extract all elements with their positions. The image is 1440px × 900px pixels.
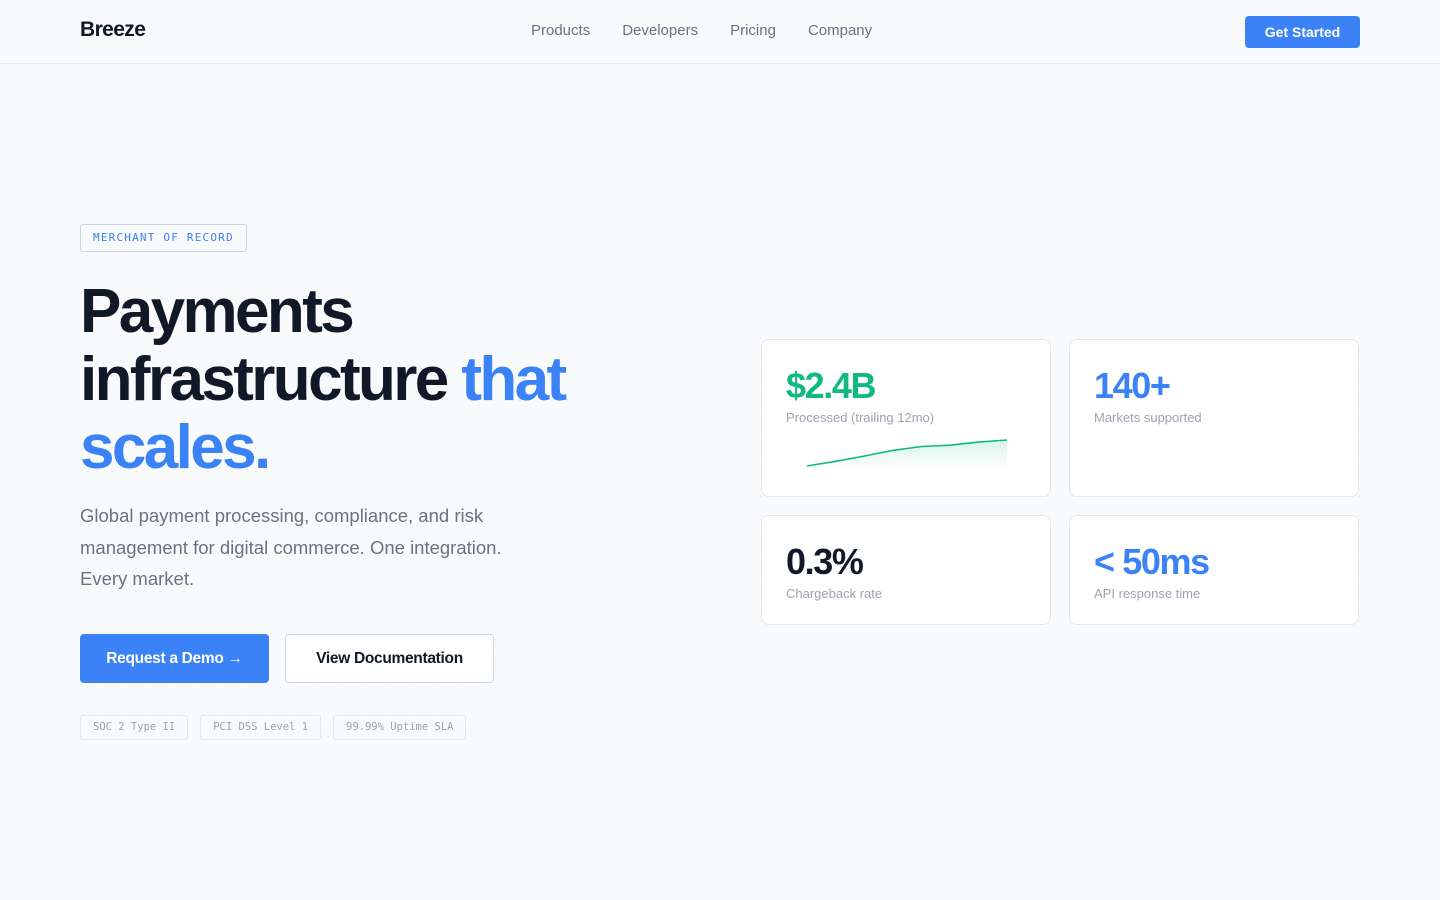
nav-link-pricing[interactable]: Pricing: [730, 22, 776, 39]
stat-card-markets: 140+ Markets supported: [1069, 339, 1359, 497]
stat-value-api-latency: < 50ms: [1094, 541, 1210, 582]
stat-label-markets: Markets supported: [1094, 410, 1202, 425]
cert-badge-pci-dss: PCI DSS Level 1: [200, 715, 322, 740]
stat-value-chargeback: 0.3%: [786, 541, 864, 582]
nav-links: Products Developers Pricing Company: [531, 22, 872, 39]
nav-link-products[interactable]: Products: [531, 22, 590, 39]
hero-headline: Payments infrastructure that scales.: [80, 278, 700, 482]
cert-badge-uptime-sla: 99.99% Uptime SLA: [333, 715, 467, 740]
sparkline-area: [807, 440, 1007, 470]
hero-description: Global payment processing, compliance, a…: [80, 505, 502, 589]
stat-label-processed: Processed (trailing 12mo): [786, 410, 935, 425]
top-navigation: Breeze Products Developers Pricing Compa…: [0, 0, 1440, 64]
brand-logo[interactable]: Breeze: [80, 18, 146, 42]
merchant-of-record-badge: MERCHANT OF RECORD: [80, 224, 247, 252]
stat-card-processed: $2.4B Processed (trailing 12mo): [761, 339, 1051, 497]
headline-main-text: Payments infrastructure: [80, 277, 462, 414]
get-started-button[interactable]: Get Started: [1245, 16, 1360, 48]
stat-card-chargeback: 0.3% Chargeback rate: [761, 515, 1051, 625]
stat-label-api-latency: API response time: [1094, 586, 1201, 601]
nav-link-company[interactable]: Company: [808, 22, 872, 39]
cert-badge-soc2: SOC 2 Type II: [80, 715, 189, 740]
stat-card-api-latency: < 50ms API response time: [1069, 515, 1359, 625]
certification-badges: SOC 2 Type II PCI DSS Level 1 99.99% Upt…: [80, 715, 467, 740]
view-documentation-button[interactable]: View Documentation: [285, 634, 494, 683]
stat-label-chargeback: Chargeback rate: [786, 586, 883, 601]
request-demo-button[interactable]: Request a Demo →: [80, 634, 269, 683]
processed-sparkline: [806, 439, 1008, 470]
nav-link-developers[interactable]: Developers: [622, 22, 698, 39]
stat-value-markets: 140+: [1094, 365, 1171, 406]
stat-value-processed: $2.4B: [786, 365, 876, 406]
